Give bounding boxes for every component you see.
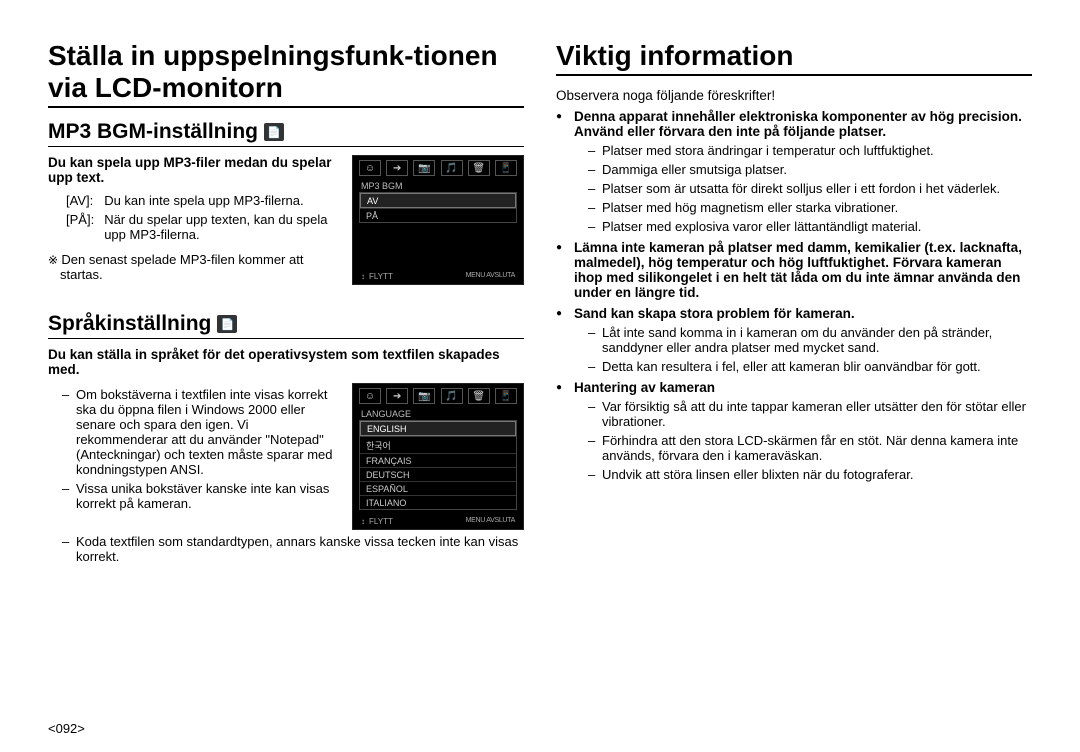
warning-item: Lämna inte kameran på platser med damm, … [556,240,1032,300]
warning-sub: Platser med hög magnetism eller starka v… [588,200,1032,215]
lang-note-item: Vissa unika bokstäver kanske inte kan vi… [62,481,342,511]
lcd-screenshot-lang: ☺ ➔ 📷 🎵 🗑 📱 LANGUAGE ENGLISH 한국어 FRANÇAI… [352,383,524,530]
screen-footer: FLYTT MENU AVSLUTA [357,514,519,527]
warning-head: Denna apparat innehåller elektroniska ko… [574,109,1022,139]
screen-menu-list: ENGLISH 한국어 FRANÇAIS DEUTSCH ESPAÑOL ITA… [359,420,517,510]
lang-notes-continued: Koda textfilen som standardtypen, annars… [62,534,524,564]
warning-sub: Platser med stora ändringar i temperatur… [588,143,1032,158]
lang-note-item: Om bokstäverna i textfilen inte visas ko… [62,387,342,477]
footer-move: FLYTT [361,517,393,526]
screen-menu-title: LANGUAGE [357,408,519,420]
tab-icon: 🗑 [468,388,490,404]
screen-tabs: ☺ ➔ 📷 🎵 🗑 📱 [357,160,519,180]
lcd-screenshot-mp3: ☺ ➔ 📷 🎵 🗑 📱 MP3 BGM AV PÅ FLYTT MENU AVS… [352,155,524,285]
warning-head: Hantering av kameran [574,380,715,395]
tab-icon: ☺ [359,160,381,176]
mp3-option-key: [AV]: [66,193,102,210]
tab-icon: 🎵 [441,388,463,404]
tab-icon: ☺ [359,388,381,404]
tab-icon: 🗑 [468,160,490,176]
right-title: Viktig information [556,40,1032,76]
lang-heading: Språkinställning 📄 [48,312,524,339]
warning-sub: Platser med explosiva varor eller lättan… [588,219,1032,234]
mp3-note: Den senast spelade MP3-filen kommer att … [48,252,342,282]
warning-sub: Detta kan resultera i fel, eller att kam… [588,359,1032,374]
warning-item: Sand kan skapa stora problem för kameran… [556,306,1032,374]
warning-head: Lämna inte kameran på platser med damm, … [574,240,1022,300]
warning-head: Sand kan skapa stora problem för kameran… [574,306,855,321]
sheet-icon: 📄 [217,315,237,333]
footer-exit: MENU AVSLUTA [466,272,515,281]
page-number: <092> [48,721,85,736]
tab-icon: 🎵 [441,160,463,176]
footer-exit: MENU AVSLUTA [466,517,515,526]
mp3-option-val: Du kan inte spela upp MP3-filerna. [104,193,340,210]
warning-sub: Var försiktig så att du inte tappar kame… [588,399,1032,429]
menu-item: FRANÇAIS [360,453,516,467]
tab-icon: ➔ [386,160,408,176]
mp3-heading: MP3 BGM-inställning 📄 [48,120,524,147]
warning-sub: Förhindra att den stora LCD-skärmen får … [588,433,1032,463]
lang-heading-text: Språkinställning [48,312,211,336]
menu-item: ENGLISH [360,421,516,436]
screen-menu-title: MP3 BGM [357,180,519,192]
warning-sub: Låt inte sand komma in i kameran om du a… [588,325,1032,355]
left-title: Ställa in uppspelningsfunk-tionen via LC… [48,40,524,108]
mp3-option-val: När du spelar upp texten, kan du spela u… [104,212,340,244]
footer-move: FLYTT [361,272,393,281]
warning-sub: Dammiga eller smutsiga platser. [588,162,1032,177]
warning-sub: Platser som är utsatta för direkt sollju… [588,181,1032,196]
menu-item: DEUTSCH [360,467,516,481]
tab-icon: 📷 [413,388,435,404]
warning-sub: Undvik att störa linsen eller blixten nä… [588,467,1032,482]
lang-notes: Om bokstäverna i textfilen inte visas ko… [62,387,342,511]
sheet-icon: 📄 [264,123,284,141]
screen-menu-list: AV PÅ [359,192,517,223]
right-intro: Observera noga följande föreskrifter! [556,88,1032,103]
screen-footer: FLYTT MENU AVSLUTA [357,269,519,282]
tab-icon: 📱 [495,160,517,176]
lang-lead: Du kan ställa in språket för det operati… [48,347,524,377]
warning-item: Hantering av kameran Var försiktig så at… [556,380,1032,482]
tab-icon: 📷 [413,160,435,176]
menu-item: ITALIANO [360,495,516,509]
tab-icon: ➔ [386,388,408,404]
mp3-lead: Du kan spela upp MP3-filer medan du spel… [48,155,342,185]
lang-note-item: Koda textfilen som standardtypen, annars… [62,534,524,564]
menu-item: 한국어 [360,436,516,453]
menu-item: ESPAÑOL [360,481,516,495]
menu-item: PÅ [360,208,516,222]
mp3-heading-text: MP3 BGM-inställning [48,120,258,144]
menu-item: AV [360,193,516,208]
warning-item: Denna apparat innehåller elektroniska ko… [556,109,1032,234]
screen-tabs: ☺ ➔ 📷 🎵 🗑 📱 [357,388,519,408]
mp3-options-table: [AV]: Du kan inte spela upp MP3-filerna.… [64,191,342,246]
tab-icon: 📱 [495,388,517,404]
warnings-list: Denna apparat innehåller elektroniska ko… [556,109,1032,482]
mp3-option-key: [PÅ]: [66,212,102,244]
